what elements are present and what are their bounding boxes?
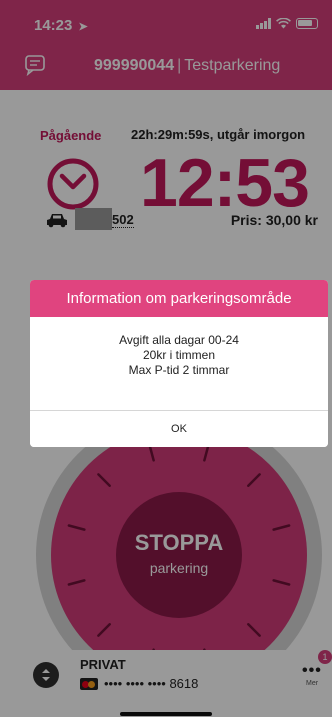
dialog-line: Max P-tid 2 timmar <box>128 363 230 377</box>
dialog-line: Avgift alla dagar 00-24 <box>119 333 239 347</box>
dialog-body: Avgift alla dagar 00-24 20kr i timmen Ma… <box>30 333 328 378</box>
app: 14:23 ➤ 999990044 | Testparkering Pågåen… <box>0 0 332 717</box>
info-dialog: Information om parkeringsområde Avgift a… <box>30 280 328 447</box>
ok-button[interactable]: OK <box>30 411 328 447</box>
dialog-title: Information om parkeringsområde <box>30 280 328 317</box>
dialog-line: 20kr i timmen <box>142 348 216 362</box>
